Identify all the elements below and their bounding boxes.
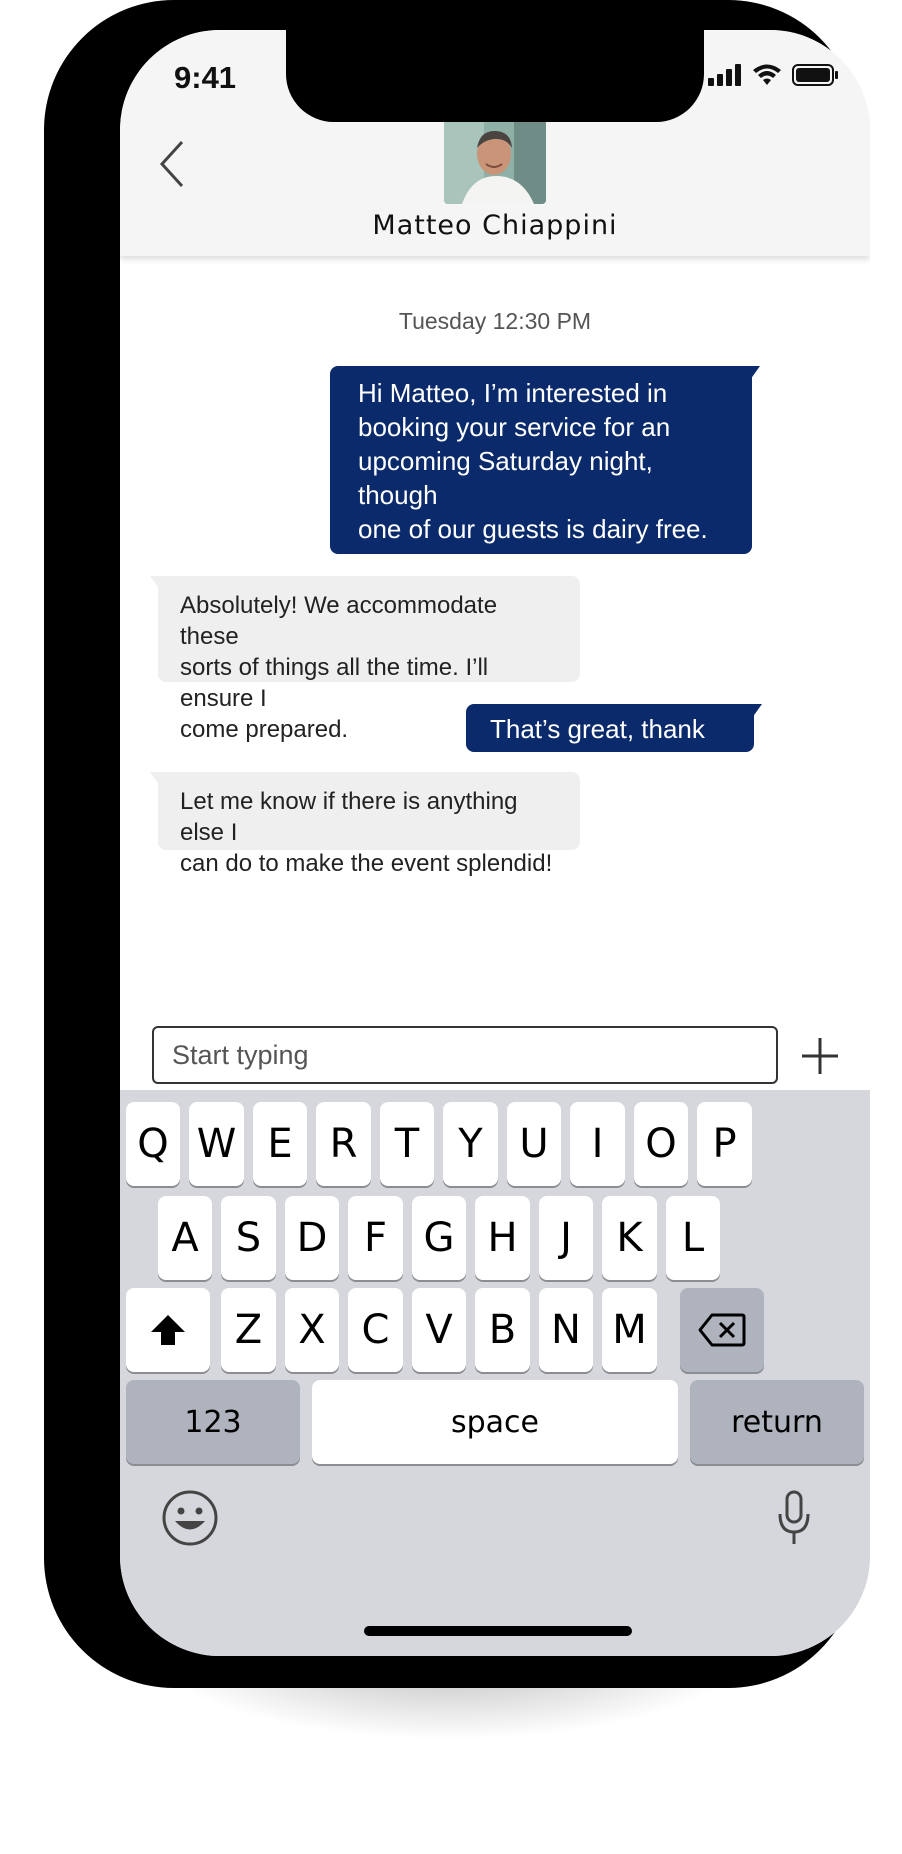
message-line: Absolutely! We accommodate these (180, 592, 498, 650)
key-o[interactable]: O (634, 1102, 688, 1186)
shift-key[interactable] (126, 1288, 210, 1372)
incoming-message-bubble[interactable]: Let me know if there is anything else I … (150, 772, 580, 877)
plus-icon (802, 1038, 838, 1074)
key-g[interactable]: G (412, 1196, 466, 1280)
message-line: upcoming Saturday night, though (358, 446, 653, 510)
message-timestamp: Tuesday 12:30 PM (398, 308, 592, 334)
notch (286, 30, 704, 122)
contact-name: Matteo Chiappini (372, 210, 618, 241)
screen: 9:41 Matteo Chiappini Tuesday 12:30 PM H… (120, 30, 870, 1656)
key-c[interactable]: C (348, 1288, 403, 1372)
emoji-icon (162, 1490, 218, 1546)
key-z[interactable]: Z (221, 1288, 276, 1372)
key-y[interactable]: Y (443, 1102, 498, 1186)
outgoing-message-bubble[interactable]: That’s great, thank you! (466, 704, 762, 778)
message-line: can do to make the event splendid! (180, 850, 553, 877)
message-line: booking your service for an (358, 412, 671, 442)
battery-icon (792, 64, 838, 86)
key-w[interactable]: W (189, 1102, 244, 1186)
key-j[interactable]: J (539, 1196, 593, 1280)
dictation-button[interactable] (774, 1488, 814, 1548)
microphone-icon (778, 1490, 810, 1544)
key-b[interactable]: B (475, 1288, 530, 1372)
key-q[interactable]: Q (126, 1102, 180, 1186)
key-u[interactable]: U (507, 1102, 561, 1186)
key-i[interactable]: I (570, 1102, 625, 1186)
key-k[interactable]: K (602, 1196, 657, 1280)
phone-frame: 9:41 Matteo Chiappini Tuesday 12:30 PM H… (44, 0, 870, 1688)
keyboard: Q W E R T Y U I O P A S D F G H J K L Z … (120, 1090, 870, 1656)
contact-avatar[interactable] (444, 118, 546, 204)
key-n[interactable]: N (539, 1288, 593, 1372)
back-button[interactable] (142, 128, 202, 198)
avatar-photo (444, 118, 546, 204)
key-r[interactable]: R (316, 1102, 371, 1186)
numbers-key[interactable]: 123 (126, 1380, 300, 1464)
key-t[interactable]: T (380, 1102, 434, 1186)
message-composer (120, 994, 870, 1088)
message-line: Let me know if there is anything else I (180, 788, 518, 846)
key-m[interactable]: M (602, 1288, 657, 1372)
message-input[interactable] (152, 1026, 778, 1084)
message-line: one of our guests is dairy free. Is (358, 514, 708, 578)
add-attachment-button[interactable] (792, 1028, 848, 1084)
backspace-icon (698, 1313, 746, 1347)
key-f[interactable]: F (348, 1196, 403, 1280)
key-e[interactable]: E (253, 1102, 307, 1186)
wifi-icon (753, 64, 781, 85)
emoji-button[interactable] (160, 1488, 220, 1548)
key-l[interactable]: L (666, 1196, 720, 1280)
status-time: 9:41 (174, 60, 237, 95)
key-h[interactable]: H (475, 1196, 530, 1280)
cellular-signal-icon (708, 64, 741, 86)
message-line: That’s great, thank you! (490, 714, 705, 778)
return-key[interactable]: return (690, 1380, 864, 1464)
key-p[interactable]: P (697, 1102, 752, 1186)
space-key[interactable]: space (312, 1380, 678, 1464)
key-d[interactable]: D (285, 1196, 339, 1280)
outgoing-message-bubble[interactable]: Hi Matteo, I’m interested in booking you… (330, 366, 760, 680)
message-line: Hi Matteo, I’m interested in (358, 378, 668, 408)
home-indicator[interactable] (364, 1626, 632, 1636)
incoming-message-bubble[interactable]: Absolutely! We accommodate these sorts o… (150, 576, 580, 743)
key-a[interactable]: A (158, 1196, 212, 1280)
key-v[interactable]: V (412, 1288, 466, 1372)
key-x[interactable]: X (285, 1288, 339, 1372)
status-icons (708, 64, 840, 86)
key-s[interactable]: S (221, 1196, 276, 1280)
message-list[interactable]: Tuesday 12:30 PM Hi Matteo, I’m interest… (120, 256, 870, 1076)
shift-icon (151, 1315, 185, 1345)
delete-key[interactable] (680, 1288, 764, 1372)
chevron-left-icon (159, 140, 184, 188)
